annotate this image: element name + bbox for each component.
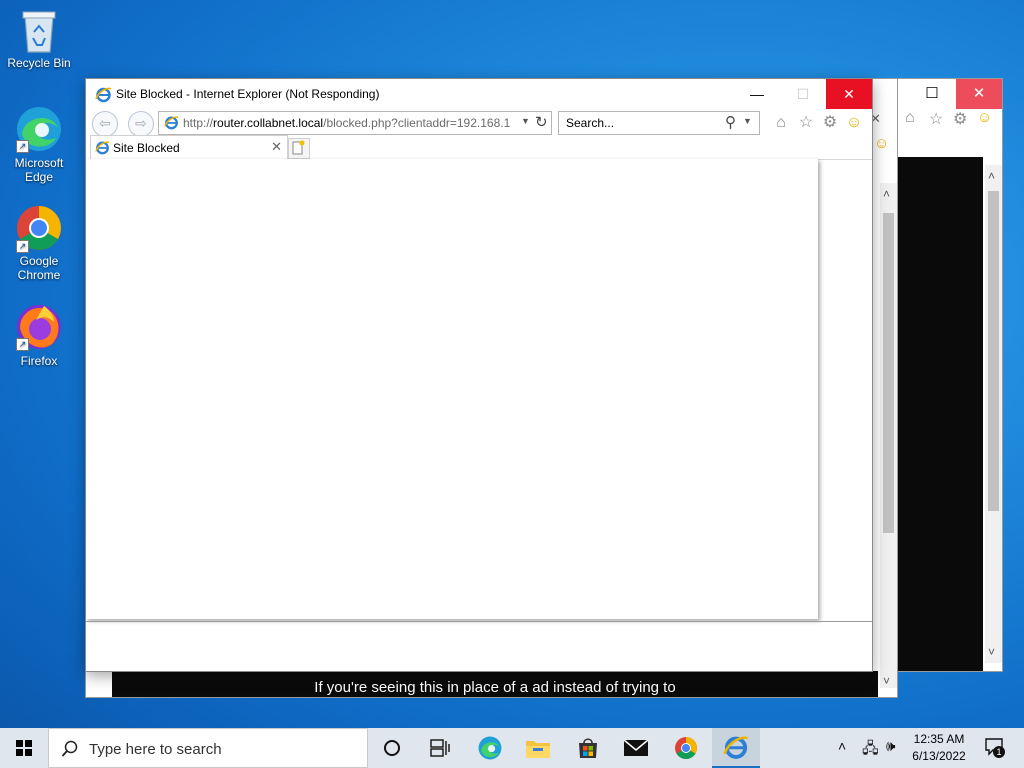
navigation-bar: ⇦ ⇨ http://router.collabnet.local/blocke… xyxy=(86,109,872,137)
home-icon[interactable]: ⌂ xyxy=(771,113,791,133)
feedback-smiley-icon[interactable]: ☺ xyxy=(977,109,992,126)
search-placeholder: Search... xyxy=(566,116,615,130)
scroll-up-icon[interactable]: ˄ xyxy=(988,169,995,183)
mail-icon xyxy=(623,739,649,756)
cortana-circle-icon xyxy=(384,740,400,756)
search-icon xyxy=(61,740,78,757)
address-dropdown-icon[interactable]: ▼ xyxy=(521,116,530,126)
favorites-star-icon[interactable]: ☆ xyxy=(796,113,816,133)
desktop-icon-label: Firefox xyxy=(20,354,58,368)
taskbar: Type here to search ˄ 🖧 🕪 12:35 AM 6/13/… xyxy=(0,728,1024,768)
desktop-icon-edge[interactable]: ↗ Microsoft Edge xyxy=(6,104,72,184)
desktop-icon-label: Google Chrome xyxy=(17,254,61,282)
taskbar-store[interactable] xyxy=(564,728,612,768)
maximize-button[interactable]: ☐ xyxy=(909,79,955,109)
volume-icon[interactable]: 🕪 xyxy=(886,738,895,755)
address-url[interactable]: http://router.collabnet.local/blocked.ph… xyxy=(183,116,510,130)
taskbar-edge[interactable] xyxy=(466,728,514,768)
taskbar-internet-explorer[interactable] xyxy=(712,728,760,768)
taskbar-mail[interactable] xyxy=(612,728,660,768)
shortcut-arrow-icon: ↗ xyxy=(16,140,29,153)
action-center-button[interactable]: 1 xyxy=(984,736,1006,758)
page-content-blank xyxy=(86,159,818,619)
scroll-up-icon[interactable]: ˄ xyxy=(883,187,890,201)
new-tab-icon xyxy=(292,140,305,155)
tab-site-blocked[interactable]: Site Blocked ✕ xyxy=(90,135,288,160)
search-icon[interactable]: ⚲ xyxy=(725,113,736,131)
refresh-icon[interactable]: ↻ xyxy=(535,113,548,131)
url-host: router.collabnet.local xyxy=(213,116,324,130)
start-button[interactable] xyxy=(0,728,48,768)
search-dropdown-icon[interactable]: ▼ xyxy=(743,116,752,126)
tab-close-icon[interactable]: ✕ xyxy=(271,139,282,155)
desktop-icon-firefox[interactable]: ↗ Firefox xyxy=(6,302,72,368)
favorites-star-icon[interactable]: ☆ xyxy=(929,109,943,129)
url-path: /blocked.php?clientaddr=192.168.1 xyxy=(323,116,511,130)
vertical-scrollbar[interactable]: ˄ ˅ xyxy=(985,165,1002,663)
shortcut-arrow-icon: ↗ xyxy=(16,240,29,253)
page-content-dark xyxy=(897,157,983,671)
new-tab-button[interactable] xyxy=(288,138,310,159)
tab-ie-icon xyxy=(95,141,110,155)
internet-explorer-window[interactable]: Site Blocked - Internet Explorer (Not Re… xyxy=(85,78,873,672)
forward-button[interactable]: ⇨ xyxy=(128,111,154,137)
scrollbar-thumb[interactable] xyxy=(883,213,894,533)
desktop-icon-label: Microsoft Edge xyxy=(14,156,64,184)
internet-explorer-icon xyxy=(723,736,749,759)
desktop-icon-label: Recycle Bin xyxy=(7,56,71,70)
desktop-icon-chrome[interactable]: ↗ Google Chrome xyxy=(6,204,72,282)
network-icon[interactable]: 🖧 xyxy=(862,738,879,763)
chrome-icon xyxy=(675,737,697,759)
title-bar[interactable]: Site Blocked - Internet Explorer (Not Re… xyxy=(86,79,872,109)
home-icon[interactable]: ⌂ xyxy=(905,109,915,127)
scroll-down-icon[interactable]: ˅ xyxy=(883,674,890,688)
back-button[interactable]: ⇦ xyxy=(92,111,118,137)
url-prefix: http:// xyxy=(183,116,214,130)
settings-gear-icon[interactable]: ⚙ xyxy=(820,113,840,133)
taskbar-search-box[interactable]: Type here to search xyxy=(48,728,368,768)
internet-explorer-icon xyxy=(95,87,112,103)
page-video-area: If you're seeing this in place of a ad i… xyxy=(112,671,878,697)
feedback-smiley-icon[interactable]: ☺ xyxy=(874,135,889,152)
feedback-smiley-icon[interactable]: ☺ xyxy=(844,113,864,133)
recycle-bin-icon xyxy=(22,11,56,53)
tab-strip: Site Blocked ✕ xyxy=(86,135,872,160)
close-button[interactable]: ✕ xyxy=(826,79,872,109)
cortana-button[interactable] xyxy=(368,728,416,768)
edge-icon xyxy=(478,736,502,760)
page-ie-icon xyxy=(164,116,179,130)
task-view-button[interactable] xyxy=(416,728,464,768)
task-view-icon xyxy=(430,739,450,757)
search-box[interactable]: Search... ⚲ ▼ xyxy=(558,111,760,135)
minimize-button[interactable]: — xyxy=(734,79,780,109)
file-explorer-icon xyxy=(526,741,550,758)
maximize-button[interactable]: ☐ xyxy=(780,79,826,109)
scroll-down-icon[interactable]: ˅ xyxy=(988,645,995,659)
show-hidden-icons-chevron-icon[interactable]: ˄ xyxy=(838,738,846,754)
vertical-scrollbar[interactable]: ˄ ˅ xyxy=(880,183,897,688)
window-title: Site Blocked - Internet Explorer (Not Re… xyxy=(116,87,380,101)
desktop-icon-recycle-bin[interactable]: Recycle Bin xyxy=(6,8,72,70)
partial-caption-text: If you're seeing this in place of a ad i… xyxy=(314,679,676,696)
tab-title: Site Blocked xyxy=(113,141,180,155)
taskbar-chrome[interactable] xyxy=(662,728,710,768)
address-bar[interactable]: http://router.collabnet.local/blocked.ph… xyxy=(158,111,552,135)
taskbar-search-placeholder: Type here to search xyxy=(89,741,222,758)
clock-date[interactable]: 6/13/2022 xyxy=(905,749,973,763)
content-divider xyxy=(86,621,872,622)
store-icon xyxy=(579,738,597,758)
taskbar-file-explorer[interactable] xyxy=(514,728,562,768)
notification-count-badge: 1 xyxy=(993,746,1005,758)
close-button[interactable]: ✕ xyxy=(956,79,1002,109)
shortcut-arrow-icon: ↗ xyxy=(16,338,29,351)
settings-gear-icon[interactable]: ⚙ xyxy=(953,109,967,129)
scrollbar-thumb[interactable] xyxy=(988,191,999,511)
clock-time[interactable]: 12:35 AM xyxy=(905,732,973,746)
windows-logo-icon xyxy=(16,740,32,756)
